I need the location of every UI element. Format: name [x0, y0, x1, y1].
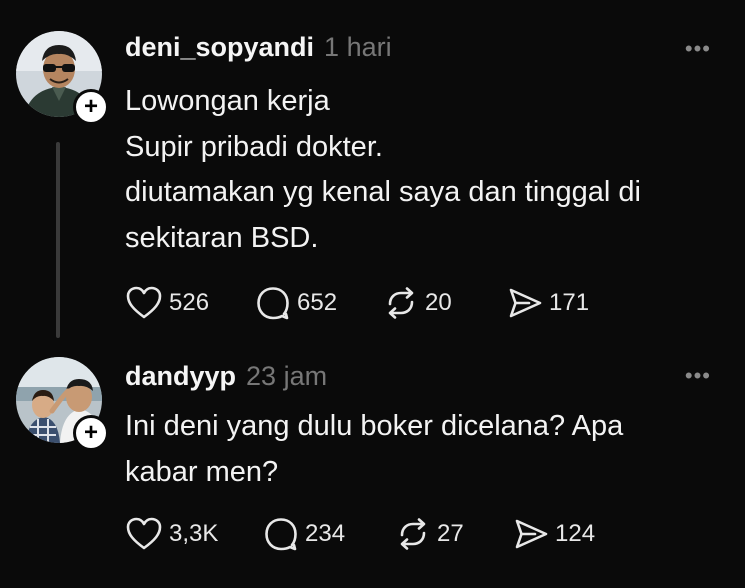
action-bar: 526 652 20 171	[125, 285, 589, 321]
more-icon[interactable]: •••	[685, 363, 711, 389]
comment-icon	[257, 287, 289, 320]
plus-icon: +	[83, 419, 98, 446]
repost-count: 27	[437, 520, 464, 547]
repost-count: 20	[425, 289, 452, 316]
repost-icon	[400, 518, 426, 550]
follow-plus-button[interactable]: +	[73, 89, 109, 125]
share-icon	[515, 519, 548, 549]
post-header: dandyyp 23 jam	[125, 361, 327, 392]
like-button[interactable]: 526	[125, 285, 255, 321]
comment-button[interactable]: 234	[263, 516, 395, 552]
comment-icon	[265, 518, 297, 551]
post-text-line: kabar men?	[125, 455, 279, 488]
repost-icon	[388, 287, 414, 319]
timestamp: 1 hari	[324, 32, 392, 62]
thread-post-1: + deni_sopyandi 1 hari ••• Lowongan kerj…	[0, 0, 745, 345]
repost-button[interactable]: 20	[383, 285, 507, 321]
like-count: 526	[169, 289, 210, 316]
username[interactable]: dandyyp	[125, 361, 236, 392]
thread-connector-line	[56, 142, 60, 338]
comment-button[interactable]: 652	[255, 285, 383, 321]
post-header: deni_sopyandi 1 hari	[125, 32, 392, 63]
post-text-line: Ini deni yang dulu boker dicelana? Apa	[125, 410, 624, 442]
share-count: 171	[549, 289, 590, 316]
post-text-line: Lowongan kerja	[125, 85, 330, 117]
like-button[interactable]: 3,3K	[125, 516, 263, 552]
share-count: 124	[555, 520, 596, 547]
post-text: Ini deni yang dulu boker dicelana? Apa k…	[125, 404, 715, 495]
share-icon	[509, 288, 542, 318]
heart-icon	[126, 517, 162, 550]
post-text-line: sekitaran BSD.	[125, 221, 319, 254]
comment-count: 234	[305, 520, 346, 547]
thread-post-2: + dandyyp 23 jam ••• Ini deni yang dulu …	[0, 345, 745, 588]
heart-icon	[126, 286, 162, 319]
comment-count: 652	[297, 289, 338, 316]
repost-button[interactable]: 27	[395, 516, 513, 552]
share-button[interactable]: 171	[507, 285, 589, 321]
plus-icon: +	[83, 93, 98, 120]
follow-plus-button[interactable]: +	[73, 415, 109, 451]
timestamp: 23 jam	[246, 361, 328, 391]
like-count: 3,3K	[169, 520, 219, 547]
share-button[interactable]: 124	[513, 516, 595, 552]
action-bar: 3,3K 234 27 124	[125, 516, 595, 552]
post-text-line: Supir pribadi dokter.	[125, 130, 383, 163]
more-icon[interactable]: •••	[685, 36, 711, 62]
post-text: Lowongan kerja Supir pribadi dokter. diu…	[125, 79, 715, 261]
username[interactable]: deni_sopyandi	[125, 32, 314, 63]
post-text-line: diutamakan yg kenal saya dan tinggal di	[125, 176, 641, 208]
